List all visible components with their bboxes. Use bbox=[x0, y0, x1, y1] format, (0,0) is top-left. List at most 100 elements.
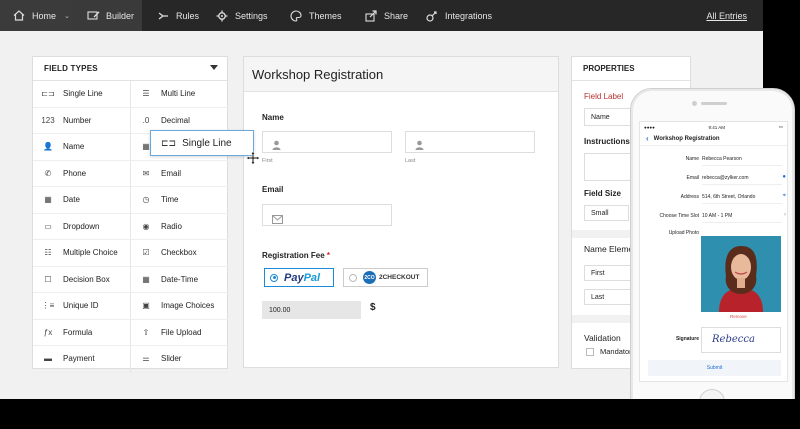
field-type-number[interactable]: 123 Number bbox=[33, 107, 131, 134]
top-nav: Home ⌄ Builder Rules Settings Themes Sha… bbox=[0, 0, 763, 31]
field-type-label: File Upload bbox=[161, 327, 202, 337]
nav-settings[interactable]: Settings bbox=[212, 0, 280, 31]
single-line-icon: ⊏⊐ bbox=[41, 89, 55, 99]
checkbox-icon: ☑ bbox=[142, 248, 150, 258]
slider-icon: ⚌ bbox=[142, 354, 150, 364]
field-type-phone[interactable]: ✆ Phone bbox=[33, 160, 131, 187]
field-type-date[interactable]: ▦ Date bbox=[33, 187, 131, 214]
field-type-label: Decimal bbox=[161, 115, 190, 125]
signature-pad[interactable]: Rebecca bbox=[701, 327, 781, 353]
last-name-input[interactable] bbox=[405, 131, 535, 153]
field-type-label: Payment bbox=[63, 354, 95, 364]
field-type-single-line[interactable]: ⊏⊐ Single Line bbox=[33, 81, 131, 108]
phone-email-label: Email bbox=[686, 175, 699, 181]
paypal-logo-pal: Pal bbox=[303, 271, 321, 284]
properties-title: PROPERTIES bbox=[572, 57, 690, 81]
paypal-option[interactable]: PayPal bbox=[264, 268, 334, 287]
2checkout-option[interactable]: 2CO 2CHECKOUT bbox=[343, 268, 428, 287]
phone-email-value[interactable]: rebecca@zylker.com bbox=[702, 171, 782, 185]
decision-box-icon: ☐ bbox=[44, 274, 52, 284]
phone-speaker bbox=[701, 102, 727, 105]
field-type-radio[interactable]: ◉ Radio bbox=[131, 214, 229, 240]
decimal-icon: .0 bbox=[142, 115, 150, 125]
field-type-image-choices[interactable]: ▣ Image Choices bbox=[131, 293, 229, 320]
field-types-grid: ⊏⊐ Single Line ☰ Multi Line 123 Number .0 Decim… bbox=[33, 81, 229, 373]
currency-symbol: $ bbox=[370, 302, 376, 313]
nav-integrations-label: Integrations bbox=[445, 10, 493, 21]
amount-input[interactable]: 100.00 bbox=[262, 301, 361, 319]
2checkout-radio[interactable] bbox=[349, 273, 357, 282]
back-arrow-icon[interactable]: ‹ bbox=[646, 134, 649, 143]
field-type-slider[interactable]: ⚌ Slider bbox=[131, 346, 229, 373]
fee-label-text: Registration Fee bbox=[262, 251, 325, 260]
field-size-heading: Field Size bbox=[584, 189, 621, 198]
field-type-label: Date-Time bbox=[161, 274, 199, 284]
field-type-label: Decision Box bbox=[63, 274, 110, 284]
nav-builder[interactable]: Builder bbox=[72, 0, 142, 31]
field-type-label: Image Choices bbox=[161, 301, 215, 311]
first-name-input[interactable] bbox=[262, 131, 392, 153]
time-icon: ◷ bbox=[142, 195, 150, 205]
field-type-label: Email bbox=[161, 168, 182, 178]
field-type-formula[interactable]: ƒx Formula bbox=[33, 319, 131, 346]
mandatory-checkbox[interactable] bbox=[586, 348, 594, 356]
palette-icon bbox=[289, 9, 303, 23]
field-type-file-upload[interactable]: ⇧ File Upload bbox=[131, 320, 229, 346]
phone-icon: ✆ bbox=[44, 168, 52, 178]
person-icon bbox=[415, 137, 424, 155]
multiple-choice-icon: ☷ bbox=[44, 248, 52, 258]
field-type-checkbox[interactable]: ☑ Checkbox bbox=[131, 240, 229, 267]
field-type-payment[interactable]: ▬ Payment bbox=[33, 346, 131, 373]
signal-icon: ●●●● bbox=[644, 124, 655, 130]
nav-share[interactable]: Share bbox=[361, 0, 421, 31]
date-icon: ▦ bbox=[44, 195, 52, 205]
field-type-label: Unique ID bbox=[63, 301, 99, 311]
field-type-label: Number bbox=[63, 115, 92, 125]
date-time-icon: ▦ bbox=[142, 274, 150, 284]
dropdown-icon: ▭ bbox=[44, 221, 52, 231]
field-type-label: Name bbox=[63, 142, 85, 152]
single-line-icon: ⊏⊐ bbox=[161, 137, 177, 148]
2checkout-logo: 2CO 2CHECKOUT bbox=[363, 271, 419, 284]
nav-integrations[interactable]: Integrations bbox=[422, 0, 512, 31]
move-cursor-icon bbox=[246, 151, 260, 170]
home-icon bbox=[12, 9, 26, 23]
field-types-header[interactable]: FIELD TYPES bbox=[33, 57, 227, 81]
required-mark: * bbox=[326, 251, 331, 260]
phone-name-value[interactable]: Rebecca Pearson bbox=[702, 152, 782, 166]
field-type-decision-box[interactable]: ☐ Decision Box bbox=[33, 266, 131, 293]
phone-address-value[interactable]: 514, 6th Street, Orlando bbox=[702, 190, 782, 204]
first-sublabel: First bbox=[262, 158, 273, 164]
phone-submit-button[interactable]: Submit bbox=[648, 360, 781, 376]
nav-rules[interactable]: Rules bbox=[142, 0, 212, 31]
battery-icon: ▭ bbox=[778, 124, 783, 129]
field-type-date-time[interactable]: ▦ Date-Time bbox=[131, 267, 229, 293]
field-type-email[interactable]: ✉ Email bbox=[131, 161, 229, 187]
paypal-radio[interactable] bbox=[270, 273, 278, 282]
field-type-name[interactable]: 👤 Name bbox=[33, 134, 131, 161]
nav-home[interactable]: Home ⌄ bbox=[0, 0, 72, 31]
mandatory-label: Mandator bbox=[600, 347, 632, 356]
field-type-multi-line[interactable]: ☰ Multi Line bbox=[131, 81, 229, 108]
field-type-time[interactable]: ◷ Time bbox=[131, 187, 229, 214]
field-type-dropdown[interactable]: ▭ Dropdown bbox=[33, 213, 131, 240]
dragged-single-line-field[interactable]: ⊏⊐ Single Line bbox=[150, 130, 254, 156]
all-entries-link[interactable]: All Entries bbox=[706, 0, 747, 31]
field-type-label: Multiple Choice bbox=[63, 248, 118, 258]
phone-time: 9:41 AM bbox=[708, 124, 726, 130]
contact-icon: ● bbox=[782, 174, 786, 180]
unique-id-icon: ⋮≡ bbox=[41, 301, 55, 311]
field-type-multiple-choice[interactable]: ☷ Multiple Choice bbox=[33, 240, 131, 267]
form-title[interactable]: Workshop Registration bbox=[244, 57, 558, 92]
field-type-label: Radio bbox=[161, 221, 182, 231]
caret-down-icon[interactable] bbox=[210, 65, 218, 70]
phone-address-label: Address bbox=[680, 194, 699, 200]
nav-themes[interactable]: Themes bbox=[286, 0, 356, 31]
remove-photo-link[interactable]: Remove bbox=[730, 314, 747, 319]
field-type-unique-id[interactable]: ⋮≡ Unique ID bbox=[33, 293, 131, 320]
phone-slot-value[interactable]: 10 AM - 1 PM bbox=[702, 209, 782, 223]
field-size-small[interactable]: Small bbox=[584, 205, 629, 221]
email-input[interactable] bbox=[262, 204, 392, 226]
nav-settings-label: Settings bbox=[235, 10, 268, 21]
dragged-field-label: Single Line bbox=[182, 137, 232, 149]
